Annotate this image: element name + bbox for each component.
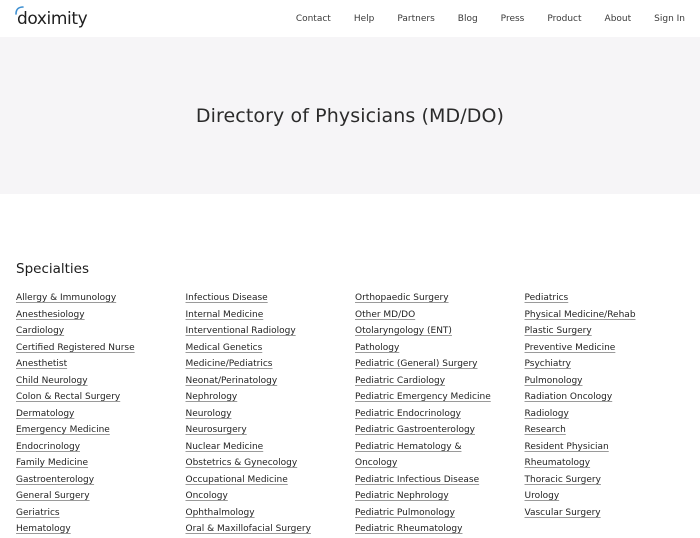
specialties-column-2: Infectious Disease Internal Medicine Inter… [186, 290, 356, 538]
specialty-link[interactable]: Rheumatology [525, 455, 685, 472]
specialty-link[interactable]: Pediatric Pulmonology [355, 505, 525, 522]
site-header: doximity Contact Help Partners Blog Pres… [0, 0, 700, 37]
specialties-section: Specialties Allergy & Immunology Anesthes… [0, 261, 700, 538]
specialty-link[interactable]: General Surgery [16, 488, 186, 505]
specialty-link[interactable]: Obstetrics & Gynecology [186, 455, 356, 472]
specialty-link[interactable]: Interventional Radiology [186, 323, 356, 340]
specialties-column-3: Orthopaedic Surgery Other MD/DO Otolaryngo… [355, 290, 525, 538]
nav-product[interactable]: Product [547, 14, 581, 24]
specialty-link[interactable]: Thoracic Surgery [525, 472, 685, 489]
specialty-link[interactable]: Nephrology [186, 389, 356, 406]
doximity-logo[interactable]: doximity [15, 5, 88, 29]
specialty-link[interactable]: Pulmonology [525, 373, 685, 390]
specialty-link[interactable]: Medical Genetics [186, 340, 356, 357]
specialty-link[interactable]: Oncology [186, 488, 356, 505]
specialty-link[interactable]: Certified Registered Nurse [16, 340, 186, 357]
specialty-link[interactable]: Urology [525, 488, 685, 505]
specialty-link[interactable]: Other MD/DO [355, 307, 525, 324]
specialty-link[interactable]: Radiology [525, 406, 685, 423]
specialty-link[interactable]: Radiation Oncology [525, 389, 685, 406]
specialty-link[interactable]: Neurology [186, 406, 356, 423]
specialty-link[interactable]: Preventive Medicine [525, 340, 685, 357]
specialty-link[interactable]: Pediatric Nephrology [355, 488, 525, 505]
nav-press[interactable]: Press [501, 14, 525, 24]
page-title: Directory of Physicians (MD/DO) [195, 104, 505, 127]
nav-contact[interactable]: Contact [296, 14, 331, 24]
specialty-link[interactable]: Plastic Surgery [525, 323, 685, 340]
specialty-link[interactable]: Physical Medicine/Rehab [525, 307, 685, 324]
specialty-link[interactable]: Child Neurology [16, 373, 186, 390]
specialty-link[interactable]: Nuclear Medicine [186, 439, 356, 456]
specialty-link[interactable]: Otolaryngology (ENT) [355, 323, 525, 340]
specialty-link[interactable]: Gastroenterology [16, 472, 186, 489]
specialty-link[interactable]: Geriatrics [16, 505, 186, 522]
specialty-link[interactable]: Cardiology [16, 323, 186, 340]
specialty-link[interactable]: Colon & Rectal Surgery [16, 389, 186, 406]
specialty-link[interactable]: Oral & Maxillofacial Surgery [186, 521, 356, 538]
specialty-link[interactable]: Dermatology [16, 406, 186, 423]
specialty-link[interactable]: Research [525, 422, 685, 439]
specialty-link[interactable]: Neurosurgery [186, 422, 356, 439]
specialty-link[interactable]: Occupational Medicine [186, 472, 356, 489]
specialty-link[interactable]: Pediatric Rheumatology [355, 521, 525, 538]
specialty-link[interactable]: Hematology [16, 521, 186, 538]
logo-swoosh-icon [15, 5, 24, 15]
specialty-link[interactable]: Pathology [355, 340, 525, 357]
logo-text: doximity [17, 8, 88, 29]
specialty-link[interactable]: Pediatric Endocrinology [355, 406, 525, 423]
specialty-link[interactable]: Vascular Surgery [525, 505, 685, 522]
specialty-link[interactable]: Family Medicine [16, 455, 186, 472]
specialties-column-4: Pediatrics Physical Medicine/Rehab Plastic… [525, 290, 685, 538]
specialty-link[interactable]: Ophthalmology [186, 505, 356, 522]
nav-sign-in[interactable]: Sign In [654, 14, 685, 24]
nav-partners[interactable]: Partners [397, 14, 434, 24]
hero-banner: Directory of Physicians (MD/DO) [0, 37, 700, 194]
specialty-link[interactable]: Pediatric (General) Surgery [355, 356, 525, 373]
specialties-heading: Specialties [16, 261, 90, 277]
specialty-link[interactable]: Pediatric Cardiology [355, 373, 525, 390]
specialty-link[interactable]: Pediatric Infectious Disease [355, 472, 525, 489]
specialty-link[interactable]: Medicine/Pediatrics [186, 356, 356, 373]
specialty-link[interactable]: Emergency Medicine [16, 422, 186, 439]
top-nav: Contact Help Partners Blog Press Product… [273, 14, 685, 24]
specialty-link[interactable]: Endocrinology [16, 439, 186, 456]
specialty-link[interactable]: Pediatric Hematology & [355, 439, 525, 456]
specialties-column-1: Allergy & Immunology Anesthesiology Cardio… [16, 290, 186, 538]
specialty-link[interactable]: Pediatric Gastroenterology [355, 422, 525, 439]
specialty-link[interactable]: Pediatric Emergency Medicine [355, 389, 525, 406]
nav-blog[interactable]: Blog [458, 14, 478, 24]
nav-about[interactable]: About [605, 14, 632, 24]
specialty-link[interactable]: Orthopaedic Surgery [355, 290, 525, 307]
specialty-link[interactable]: Anesthetist [16, 356, 186, 373]
nav-help[interactable]: Help [354, 14, 375, 24]
specialty-link[interactable]: Allergy & Immunology [16, 290, 186, 307]
specialties-grid: Allergy & Immunology Anesthesiology Cardio… [16, 290, 684, 538]
specialty-link[interactable]: Psychiatry [525, 356, 685, 373]
specialty-link[interactable]: Internal Medicine [186, 307, 356, 324]
specialty-link[interactable]: Oncology [355, 455, 525, 472]
specialty-link[interactable]: Infectious Disease [186, 290, 356, 307]
specialty-link[interactable]: Anesthesiology [16, 307, 186, 324]
specialty-link[interactable]: Neonat/Perinatology [186, 373, 356, 390]
specialty-link[interactable]: Resident Physician [525, 439, 685, 456]
specialty-link[interactable]: Pediatrics [525, 290, 685, 307]
